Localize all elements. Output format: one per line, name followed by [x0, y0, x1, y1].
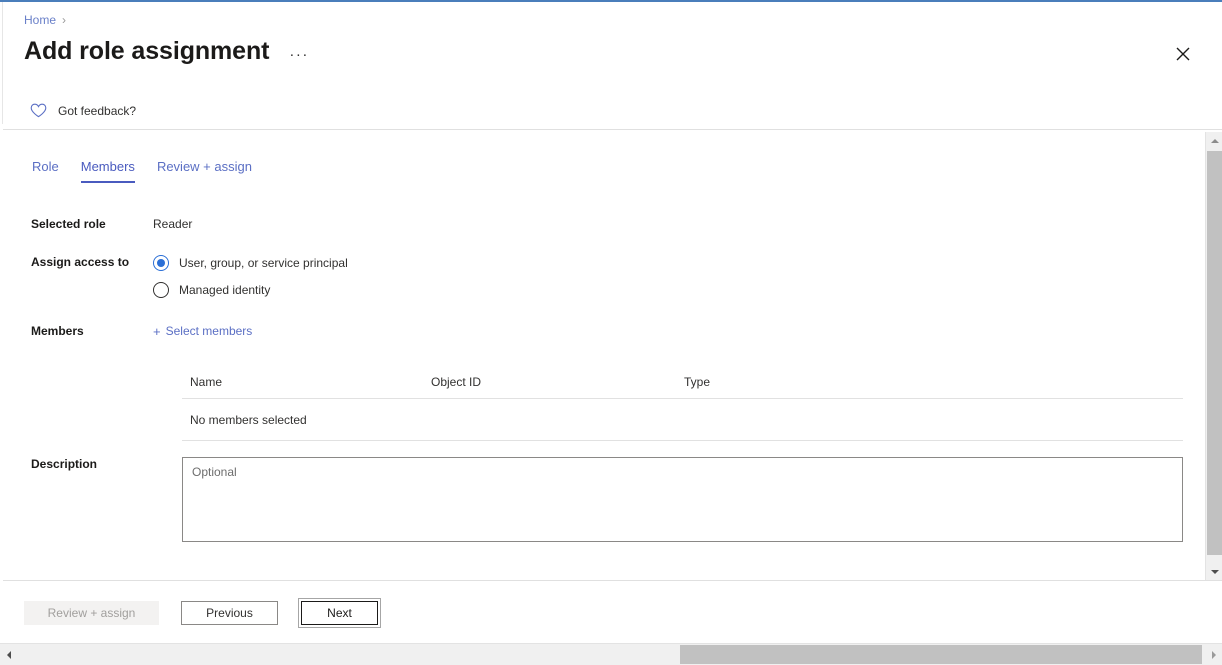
breadcrumb-item-home[interactable]: Home — [24, 13, 56, 27]
app-root: Home › Add role assignment ··· Got feedb… — [0, 0, 1222, 665]
caret-down-icon — [1210, 569, 1219, 574]
caret-right-icon — [1211, 650, 1216, 659]
title-row: Add role assignment ··· — [24, 36, 313, 66]
plus-icon: + — [153, 323, 161, 339]
footer-command-bar: Review + assign Previous Next — [3, 580, 1222, 642]
scroll-down-button[interactable] — [1206, 563, 1222, 580]
column-header-type: Type — [684, 375, 711, 389]
vertical-scrollbar[interactable] — [1205, 132, 1222, 580]
wizard-tabs: Role Members Review + assign — [28, 159, 263, 183]
scroll-right-button[interactable] — [1205, 644, 1222, 665]
breadcrumb: Home › — [24, 13, 66, 27]
close-icon — [1176, 47, 1190, 61]
close-blade-button[interactable] — [1172, 43, 1194, 65]
field-selected-role: Selected role Reader — [3, 217, 192, 231]
radio-unselected-icon — [153, 282, 169, 298]
breadcrumb-separator-icon: › — [62, 13, 67, 27]
column-header-name: Name — [190, 375, 223, 389]
assign-access-radio-group: User, group, or service principal Manage… — [153, 255, 348, 298]
previous-button[interactable]: Previous — [181, 601, 278, 625]
horizontal-scrollbar[interactable] — [0, 643, 1222, 665]
more-options-icon[interactable]: ··· — [285, 45, 313, 64]
column-header-object-id: Object ID — [431, 375, 482, 389]
heart-icon — [30, 103, 47, 118]
got-feedback-label: Got feedback? — [58, 103, 137, 118]
members-label: Members — [31, 324, 84, 338]
selected-role-value: Reader — [153, 217, 193, 231]
vertical-scrollbar-thumb[interactable] — [1207, 151, 1222, 555]
review-assign-button[interactable]: Review + assign — [24, 601, 159, 625]
blade-header: Home › Add role assignment ··· Got feedb… — [3, 2, 1222, 130]
tab-review-assign[interactable]: Review + assign — [146, 159, 263, 183]
next-button[interactable]: Next — [301, 601, 378, 625]
field-assign-access-to: Assign access to User, group, or service… — [3, 255, 348, 298]
radio-managed-identity[interactable]: Managed identity — [153, 282, 348, 298]
blade-panel: Home › Add role assignment ··· Got feedb… — [3, 2, 1222, 665]
field-members: Members + Select members — [3, 324, 252, 338]
no-members-selected-message: No members selected — [190, 412, 307, 427]
tab-members[interactable]: Members — [70, 159, 146, 183]
description-label: Description — [31, 457, 98, 471]
select-members-label: Select members — [165, 324, 253, 338]
scroll-up-button[interactable] — [1206, 132, 1222, 149]
selected-role-label: Selected role — [31, 217, 106, 231]
radio-user-group-service-principal[interactable]: User, group, or service principal — [153, 255, 348, 271]
radio-label-managed-identity: Managed identity — [179, 283, 271, 297]
tab-role[interactable]: Role — [28, 159, 70, 183]
field-description: Description — [3, 457, 153, 471]
radio-selected-icon — [153, 255, 169, 271]
assign-access-to-label: Assign access to — [31, 255, 130, 269]
members-table: Name Object ID Type No members selected — [182, 375, 1183, 441]
next-button-focus-ring: Next — [298, 598, 381, 628]
radio-label-user-group-service-principal: User, group, or service principal — [179, 256, 348, 270]
page-title: Add role assignment — [24, 37, 270, 65]
select-members-button[interactable]: + Select members — [153, 324, 252, 338]
horizontal-scrollbar-thumb[interactable] — [680, 645, 1202, 664]
description-input[interactable] — [182, 457, 1183, 542]
table-row-empty: No members selected — [182, 399, 1183, 441]
caret-left-icon — [6, 650, 11, 659]
members-table-header: Name Object ID Type — [182, 375, 1183, 399]
got-feedback-button[interactable]: Got feedback? — [30, 103, 136, 118]
caret-up-icon — [1210, 138, 1219, 143]
scroll-left-button[interactable] — [0, 644, 17, 665]
